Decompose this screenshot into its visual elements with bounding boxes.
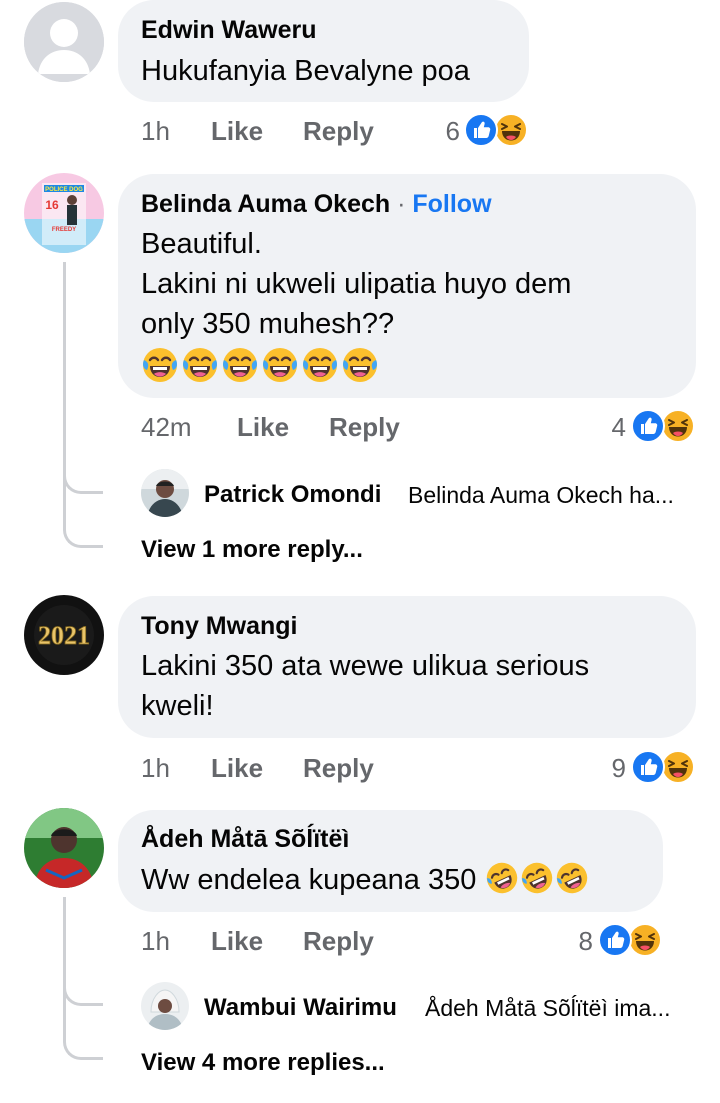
- comment-author[interactable]: Edwin Waweru: [141, 16, 316, 45]
- emoji-row: [141, 346, 381, 386]
- like-reaction-icon: [631, 409, 665, 443]
- haha-reaction-icon: [628, 923, 662, 957]
- reactions-summary[interactable]: [464, 113, 530, 147]
- avatar-text: 16: [45, 198, 59, 212]
- reactions-summary[interactable]: [631, 409, 697, 443]
- rolling-laughing-icon: [485, 861, 519, 895]
- comment-text: Beautiful.: [141, 228, 262, 260]
- comment-time[interactable]: 42m: [141, 412, 192, 443]
- like-button[interactable]: Like: [237, 412, 289, 443]
- thread-line: [63, 262, 66, 482]
- haha-reaction-icon: [494, 113, 528, 147]
- like-button[interactable]: Like: [211, 116, 263, 147]
- reactions-summary[interactable]: [598, 923, 664, 957]
- avatar-text: 2021: [38, 621, 90, 650]
- avatar-text: POLICE DOG: [45, 187, 83, 193]
- tears-of-joy-icon: [181, 346, 219, 384]
- avatar[interactable]: [141, 982, 189, 1030]
- comment-time[interactable]: 1h: [141, 753, 170, 784]
- avatar-text: FREEDY: [52, 227, 76, 233]
- comment-text: Ww endelea kupeana 350: [141, 860, 589, 900]
- comment-text: only 350 muhesh??: [141, 308, 395, 340]
- reply-snippet[interactable]: Ådeh Måtā Sõĺïtëì ima...: [425, 995, 670, 1022]
- reply-author[interactable]: Patrick Omondi: [204, 481, 381, 509]
- like-reaction-icon: [464, 113, 498, 147]
- like-reaction-icon: [598, 923, 632, 957]
- like-reaction-icon: [631, 750, 665, 784]
- reaction-count[interactable]: 6: [420, 116, 460, 147]
- comment-text: Lakini ni ukweli ulipatia huyo dem: [141, 268, 572, 300]
- comment-time[interactable]: 1h: [141, 926, 170, 957]
- comment-author[interactable]: Belinda Auma Okech · Follow: [141, 190, 492, 219]
- thread-connector: [63, 480, 103, 548]
- reply-snippet[interactable]: Belinda Auma Okech ha...: [408, 482, 674, 509]
- comment-text-content: Ww endelea kupeana 350: [141, 864, 477, 896]
- reply-button[interactable]: Reply: [303, 753, 374, 784]
- comment-author[interactable]: Ådeh Måtā Sõĺïtëì: [141, 825, 349, 854]
- rolling-laughing-icon: [555, 861, 589, 895]
- reply-button[interactable]: Reply: [303, 926, 374, 957]
- avatar[interactable]: [141, 469, 189, 517]
- haha-reaction-icon: [661, 409, 695, 443]
- reaction-count[interactable]: 9: [586, 753, 626, 784]
- profile-photo: [141, 982, 189, 1030]
- reply-author[interactable]: Wambui Wairimu: [204, 994, 397, 1022]
- avatar[interactable]: [24, 808, 104, 888]
- like-button[interactable]: Like: [211, 926, 263, 957]
- follow-button[interactable]: Follow: [412, 190, 491, 218]
- avatar[interactable]: 2021: [24, 595, 104, 675]
- comment-author[interactable]: Tony Mwangi: [141, 612, 297, 641]
- comment-text: Lakini 350 ata wewe ulikua serious: [141, 650, 590, 682]
- reaction-count[interactable]: 4: [586, 412, 626, 443]
- profile-photo: POLICE DOG 16 FREEDY: [24, 173, 104, 253]
- profile-photo: [141, 469, 189, 517]
- tears-of-joy-icon: [141, 346, 179, 384]
- tears-of-joy-icon: [261, 346, 299, 384]
- view-more-replies[interactable]: View 1 more reply...: [141, 536, 363, 564]
- thread-connector: [63, 992, 103, 1060]
- reply-button[interactable]: Reply: [329, 412, 400, 443]
- separator-dot: ·: [390, 190, 413, 218]
- reactions-summary[interactable]: [631, 750, 697, 784]
- rolling-laughing-icon: [520, 861, 554, 895]
- like-button[interactable]: Like: [211, 753, 263, 784]
- comment-text: kweli!: [141, 690, 214, 722]
- reaction-count[interactable]: 8: [553, 926, 593, 957]
- view-more-replies[interactable]: View 4 more replies...: [141, 1049, 385, 1077]
- comment-time[interactable]: 1h: [141, 116, 170, 147]
- haha-reaction-icon: [661, 750, 695, 784]
- tears-of-joy-icon: [221, 346, 259, 384]
- avatar[interactable]: POLICE DOG 16 FREEDY: [24, 173, 104, 253]
- tears-of-joy-icon: [341, 346, 379, 384]
- reply-button[interactable]: Reply: [303, 116, 374, 147]
- avatar[interactable]: [24, 2, 104, 82]
- author-name[interactable]: Belinda Auma Okech: [141, 190, 390, 218]
- default-profile-icon: [24, 2, 104, 82]
- profile-photo: [24, 808, 104, 888]
- profile-photo: 2021: [24, 595, 104, 675]
- emoji-group: [484, 864, 589, 896]
- comment-text: Hukufanyia Bevalyne poa: [141, 55, 470, 87]
- tears-of-joy-icon: [301, 346, 339, 384]
